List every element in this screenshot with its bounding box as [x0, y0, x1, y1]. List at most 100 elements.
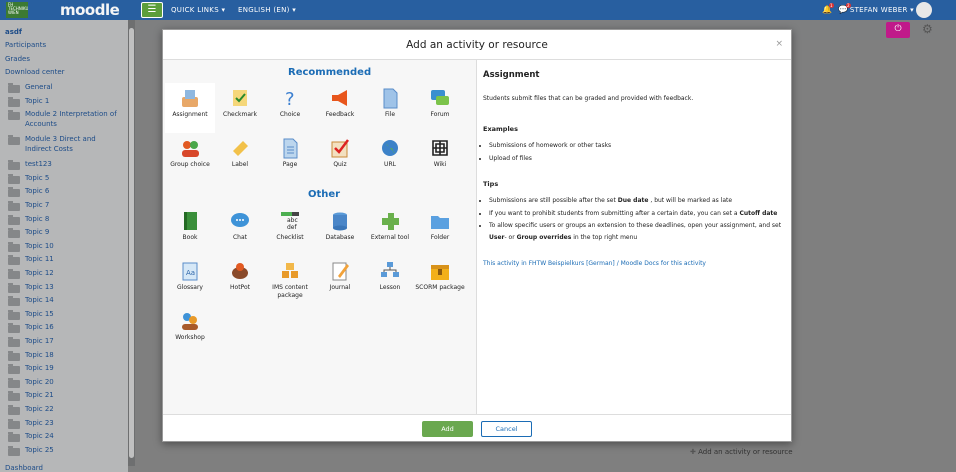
sidebar-item-section[interactable]: Topic 12: [25, 268, 54, 278]
sidebar-item-section[interactable]: Topic 18: [25, 350, 54, 360]
sidebar-item-dashboard[interactable]: Dashboard: [5, 464, 43, 472]
folder-icon: [8, 201, 20, 211]
tip-text: - or: [504, 234, 517, 241]
moodle-docs-link[interactable]: Moodle Docs for this activity: [621, 260, 706, 267]
site-logo[interactable]: FH TECHNIKUM WIEN moodle: [4, 1, 132, 19]
sidebar-item-section[interactable]: Topic 21: [25, 390, 54, 400]
activity-tile-ims-package[interactable]: IMS content package: [265, 256, 315, 306]
gear-icon[interactable]: ⚙: [922, 22, 933, 36]
sidebar-item-section[interactable]: Module 2 Interpretation of Accounts: [25, 109, 123, 129]
file-icon: [383, 88, 398, 109]
tip-text: Submissions are still possible after the…: [489, 197, 618, 204]
add-activity-link[interactable]: ✚ Add an activity or resource: [690, 448, 793, 456]
activity-tile-group-choice[interactable]: Group choice: [165, 133, 215, 183]
activity-tile-glossary[interactable]: Aa Glossary: [165, 256, 215, 306]
sidebar-item-section[interactable]: Topic 23: [25, 418, 54, 428]
sidebar-item-section[interactable]: Topic 16: [25, 322, 54, 332]
nav-drawer-toggle-button[interactable]: ☰: [141, 2, 163, 18]
activity-tile-page[interactable]: Page: [265, 133, 315, 183]
sidebar-course[interactable]: asdf: [5, 28, 22, 36]
sidebar-item-section[interactable]: Topic 8: [25, 214, 49, 224]
database-icon: [333, 212, 347, 231]
edit-mode-button[interactable]: ⏻: [886, 22, 910, 38]
sidebar-item-grades[interactable]: Grades: [5, 55, 30, 63]
sidebar-item-section[interactable]: Topic 11: [25, 254, 54, 264]
folder-icon: [8, 83, 20, 93]
activity-label: Book: [182, 234, 198, 241]
cancel-button[interactable]: Cancel: [481, 421, 532, 437]
scorm-icon: [431, 265, 449, 280]
scrollbar-thumb[interactable]: [129, 28, 134, 458]
activity-tile-checklist[interactable]: abc def Checklist: [265, 206, 315, 256]
fh-logo: FH TECHNIKUM WIEN: [6, 2, 28, 18]
examples-heading: Examples: [483, 125, 518, 133]
close-icon[interactable]: ×: [775, 39, 783, 49]
sidebar-item-section[interactable]: Topic 5: [25, 173, 49, 183]
activity-tile-choice[interactable]: ? Choice: [265, 83, 315, 133]
sidebar-item-section[interactable]: Topic 22: [25, 404, 54, 414]
info-links: This activity in FHTW Beispielkurs [Germ…: [483, 260, 785, 267]
sidebar-item-section[interactable]: Topic 10: [25, 241, 54, 251]
activity-tile-workshop[interactable]: Workshop: [165, 306, 215, 356]
activity-tile-file[interactable]: File: [365, 83, 415, 133]
sidebar-scrollbar[interactable]: [128, 20, 135, 466]
tip-text: If you want to prohibit students from su…: [489, 210, 740, 217]
folder-icon: [8, 432, 20, 443]
quick-links-menu[interactable]: QUICK LINKS ▾: [171, 6, 225, 14]
language-menu[interactable]: ENGLISH (EN) ▾: [238, 6, 296, 14]
sidebar-item-section[interactable]: Topic 13: [25, 282, 54, 292]
sidebar-item-section[interactable]: Topic 17: [25, 336, 54, 346]
sidebar-item-section[interactable]: Topic 20: [25, 377, 54, 387]
activity-tile-forum[interactable]: Forum: [415, 83, 465, 133]
activity-tile-chat[interactable]: Chat: [215, 206, 265, 256]
activity-tile-folder[interactable]: Folder: [415, 206, 465, 256]
folder-icon: [8, 241, 20, 252]
activity-label: Database: [325, 234, 355, 241]
sidebar-item-section[interactable]: Topic 19: [25, 363, 54, 373]
activity-tile-lesson[interactable]: Lesson: [365, 256, 415, 306]
sidebar-item-section[interactable]: Topic 24: [25, 431, 54, 441]
activity-example-link[interactable]: This activity in FHTW Beispielkurs [Germ…: [483, 260, 615, 267]
sidebar-item-download-center[interactable]: Download center: [5, 68, 65, 76]
activity-tile-database[interactable]: Database: [315, 206, 365, 256]
sidebar-item-section[interactable]: Topic 14: [25, 295, 54, 305]
folder-icon: [8, 296, 20, 307]
activity-tile-assignment[interactable]: Assignment: [165, 83, 215, 133]
activity-tile-hotpot[interactable]: HotPot: [215, 256, 265, 306]
sidebar-item-section[interactable]: Topic 7: [25, 200, 49, 210]
sidebar-item-participants[interactable]: Participants: [5, 41, 46, 49]
sidebar-item-section[interactable]: Topic 15: [25, 309, 54, 319]
folder-icon: [8, 282, 20, 293]
book-icon: [184, 212, 197, 230]
add-button[interactable]: Add: [422, 421, 473, 437]
activity-tile-checkmark[interactable]: Checkmark: [215, 83, 265, 133]
activity-tile-book[interactable]: Book: [165, 206, 215, 256]
sidebar-item-section[interactable]: Topic 25: [25, 445, 54, 455]
activity-label: Quiz: [333, 161, 347, 168]
tips-heading: Tips: [483, 180, 499, 188]
activity-tile-external-tool[interactable]: External tool: [365, 206, 415, 256]
sidebar-item-section[interactable]: Topic 9: [25, 227, 49, 237]
activity-tile-quiz[interactable]: Quiz: [315, 133, 365, 183]
user-menu[interactable]: STEFAN WEBER ▾: [850, 6, 914, 14]
activity-label: Folder: [430, 234, 450, 241]
folder-icon: [8, 364, 20, 375]
activity-label: Group choice: [170, 161, 210, 168]
activity-chooser-modal: Add an activity or resource × Recommende…: [162, 29, 792, 442]
sidebar-item-section[interactable]: Topic 1: [25, 96, 49, 106]
activity-label: Glossary: [177, 284, 203, 291]
folder-icon: [8, 96, 20, 107]
activity-tile-label[interactable]: Label: [215, 133, 265, 183]
activity-tile-feedback[interactable]: Feedback: [315, 83, 365, 133]
avatar[interactable]: [916, 2, 932, 18]
activity-tile-url[interactable]: URL: [365, 133, 415, 183]
sidebar-item-section[interactable]: General: [25, 82, 53, 92]
tip-text: in the top right menu: [571, 234, 638, 241]
sidebar-item-section[interactable]: test123: [25, 159, 52, 169]
sidebar-item-section[interactable]: Module 3 Direct and Indirect Costs: [25, 134, 123, 154]
activity-tile-scorm[interactable]: SCORM package: [415, 256, 465, 306]
activity-label: Journal: [329, 284, 351, 291]
activity-tile-wiki[interactable]: Wiki: [415, 133, 465, 183]
activity-tile-journal[interactable]: Journal: [315, 256, 365, 306]
sidebar-item-section[interactable]: Topic 6: [25, 186, 49, 196]
